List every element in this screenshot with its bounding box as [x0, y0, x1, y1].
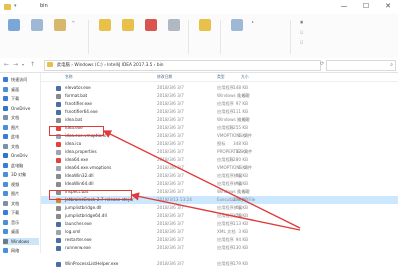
file-size: 179 KB	[233, 261, 248, 266]
file-date: 2018/3/6 3/7	[157, 261, 184, 266]
annotation-arrows	[102, 130, 301, 231]
file-name: WinProcessListHelper.exe	[65, 261, 119, 266]
status-bar	[0, 253, 398, 260]
file-row[interactable]: WinProcessListHelper.exe 2018/3/6 3/7 应用程序…	[41, 260, 398, 268]
arrow-to-idea-vmoptions	[102, 130, 301, 229]
file-type: 应用程序	[217, 261, 234, 266]
arrow-to-idea64-vmoptions	[130, 192, 301, 231]
exe-icon	[56, 262, 61, 267]
